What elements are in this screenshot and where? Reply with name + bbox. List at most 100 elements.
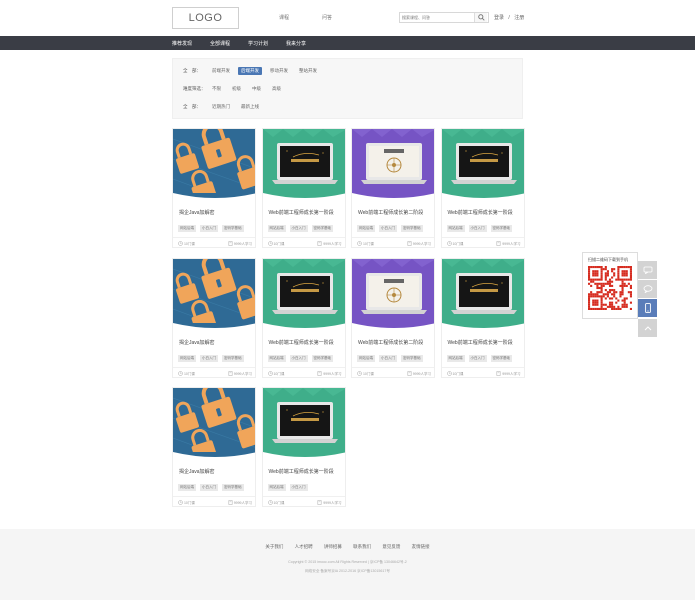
footer-link-friends[interactable]: 友情链接: [412, 544, 430, 549]
course-tag[interactable]: 网站后端: [178, 354, 196, 362]
course-card[interactable]: 揭企Java加解密 网站后端 小白入门 密码学基础 10门课 9999人学习: [172, 387, 256, 507]
course-tag[interactable]: 小白入门: [379, 225, 397, 232]
message-button[interactable]: [638, 261, 657, 279]
students-count: 9999人学习: [228, 241, 252, 247]
course-thumbnail-laptop: [262, 129, 345, 199]
back-to-top-button[interactable]: [638, 319, 657, 337]
filter-option[interactable]: 高级: [269, 85, 284, 93]
course-tag[interactable]: 网站后端: [357, 354, 375, 362]
main-nav-study-plan[interactable]: 学习计划: [248, 40, 268, 47]
document-icon: [496, 370, 501, 376]
course-title[interactable]: 揭企Java加解密: [179, 339, 215, 346]
course-tag[interactable]: 密码学基础: [311, 354, 333, 362]
course-title[interactable]: Web前端工程师成长第一阶段: [269, 339, 334, 346]
course-tag[interactable]: 密码学基础: [401, 354, 423, 362]
course-thumbnail-locks: [173, 129, 255, 199]
course-tag[interactable]: 密码学基础: [222, 484, 244, 491]
filter-option-active[interactable]: 后端开发: [238, 67, 262, 75]
copyright-text: Copyright © 2015 imooc.com All Rights Re…: [288, 560, 407, 564]
course-title[interactable]: 揭企Java加解密: [179, 209, 215, 216]
document-icon: [317, 241, 322, 246]
footer-link-jobs[interactable]: 人才招聘: [295, 544, 313, 549]
course-tag[interactable]: 密码学基础: [490, 354, 512, 362]
course-title[interactable]: Web前端工程师成长第一阶段: [448, 209, 513, 216]
search-input[interactable]: [400, 13, 474, 22]
course-title[interactable]: 揭企Java加解密: [179, 468, 215, 475]
course-thumbnail-laptop: [262, 388, 345, 458]
course-tag[interactable]: 密码学基础: [222, 354, 244, 362]
course-tag[interactable]: 密码学基础: [311, 225, 333, 232]
filter-row-difficulty: 难度筛选： 不限 初级 中级 高级: [183, 85, 289, 93]
main-nav-recommend[interactable]: 推荐发现: [172, 40, 192, 47]
course-title[interactable]: Web前端工程师成长第一阶段: [269, 468, 334, 475]
course-title[interactable]: Web前端工程师成长第一阶段: [448, 339, 513, 346]
document-icon: [228, 500, 233, 505]
login-link[interactable]: 登录: [494, 15, 504, 21]
document-icon: [407, 370, 412, 376]
course-tag[interactable]: 网站后端: [446, 354, 465, 362]
course-title[interactable]: Web前端工程师成长第一阶段: [269, 209, 334, 216]
course-card[interactable]: Web前端工程师成长第二阶段 网站后端 小白入门 密码学基础 10门课 9999人学…: [351, 128, 435, 248]
course-title[interactable]: Web前端工程师成长第二阶段: [358, 339, 423, 346]
course-card[interactable]: Web前端工程师成长第二阶段 网站后端 小白入门 密码学基础 10门课 9999人学…: [351, 257, 435, 378]
students-text: 9999人学习: [233, 501, 252, 505]
students-text: 9999人学习: [502, 371, 521, 376]
course-tag[interactable]: 网站后端: [178, 484, 196, 491]
course-tags: 网站后端 小白入门 密码学基础: [267, 225, 338, 232]
course-tag[interactable]: 小白入门: [289, 484, 308, 491]
main-nav-all-courses[interactable]: 全部课程: [210, 40, 230, 47]
filter-option[interactable]: 移动开发: [267, 67, 291, 75]
course-tag[interactable]: 网站后端: [178, 225, 196, 232]
filter-option[interactable]: 中级: [249, 85, 264, 93]
course-card[interactable]: 揭企Java加解密 网站后端 小白入门 密码学基础 10门课 9999人学习: [172, 257, 256, 378]
course-tag[interactable]: 密码学基础: [490, 225, 512, 232]
filter-option[interactable]: 不限: [209, 85, 224, 93]
filter-option[interactable]: 最新上线: [238, 103, 262, 111]
course-title[interactable]: Web前端工程师成长第二阶段: [358, 209, 423, 216]
filter-option[interactable]: 初级: [229, 85, 244, 93]
message-icon: [643, 266, 652, 274]
nav-qa[interactable]: 问答: [322, 14, 332, 21]
footer-link-feedback[interactable]: 意见反馈: [382, 544, 400, 549]
main-nav-share[interactable]: 我来分享: [286, 40, 306, 47]
footer-link-teachers[interactable]: 讲师招募: [324, 544, 342, 549]
chat-button[interactable]: [638, 280, 657, 298]
filter-option[interactable]: 整站开发: [296, 67, 320, 75]
course-tag[interactable]: 小白入门: [200, 484, 218, 491]
course-tag[interactable]: 小白入门: [200, 225, 218, 232]
register-link[interactable]: 注册: [514, 15, 524, 21]
course-tag[interactable]: 网站后端: [267, 225, 286, 232]
course-tag[interactable]: 密码学基础: [222, 225, 244, 232]
course-card[interactable]: 揭企Java加解密 网站后端 小白入门 密码学基础 10门课 9999人学习: [172, 128, 256, 248]
course-tag[interactable]: 小白入门: [379, 354, 397, 362]
course-tag[interactable]: 网站后端: [446, 225, 465, 232]
lessons-text: 10门课: [362, 242, 374, 246]
course-card[interactable]: Web前端工程师成长第一阶段 网站后端 小白入门 密码学基础 10门课 9999人学…: [440, 128, 525, 248]
course-tag[interactable]: 小白入门: [468, 354, 487, 362]
course-tag[interactable]: 小白入门: [468, 225, 487, 232]
course-tag[interactable]: 密码学基础: [401, 225, 423, 232]
filter-option[interactable]: 前端开发: [209, 67, 233, 75]
course-tag[interactable]: 小白入门: [289, 354, 308, 362]
mobile-download-button[interactable]: [638, 299, 657, 317]
footer-link-about[interactable]: 关于我们: [265, 544, 283, 549]
course-card[interactable]: Web前端工程师成长第一阶段 网站后端 小白入门 10门课 9999人学习: [261, 387, 346, 507]
course-meta: 10门课 9999人学习: [173, 496, 255, 506]
footer-link-contact[interactable]: 联系我们: [353, 544, 371, 549]
course-tag[interactable]: 网站后端: [267, 484, 286, 491]
auth-links: 登录 / 注册: [494, 14, 527, 21]
course-card[interactable]: Web前端工程师成长第一阶段 网站后端 小白入门 密码学基础 10门课 9999人学…: [261, 128, 346, 248]
course-card[interactable]: Web前端工程师成长第一阶段 网站后端 小白入门 密码学基础 10门课 9999人学…: [440, 257, 525, 378]
course-tag[interactable]: 网站后端: [267, 354, 286, 362]
search-button[interactable]: [474, 13, 487, 22]
footer: 关于我们 人才招聘 讲师招募 联系我们 意见反馈 友情链接 Copyright …: [0, 529, 695, 600]
course-card[interactable]: Web前端工程师成长第一阶段 网站后端 小白入门 密码学基础 10门课 9999人学…: [261, 257, 346, 378]
nav-courses[interactable]: 课程: [279, 14, 289, 21]
course-thumbnail-laptop: [352, 129, 434, 199]
course-tag[interactable]: 网站后端: [357, 225, 375, 232]
course-tag[interactable]: 小白入门: [200, 354, 218, 362]
lessons-count: 10门课: [178, 241, 195, 247]
filter-option[interactable]: 近期热门: [209, 103, 233, 111]
course-tag[interactable]: 小白入门: [289, 225, 308, 232]
logo[interactable]: LOGO: [172, 7, 239, 29]
